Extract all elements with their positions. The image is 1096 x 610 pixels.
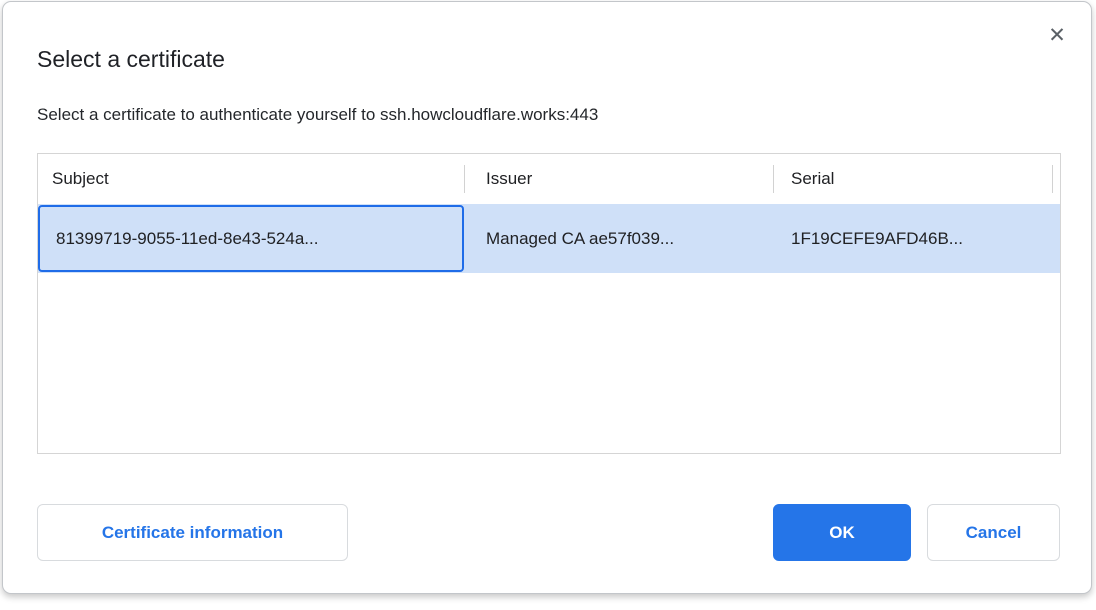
certificate-information-button[interactable]: Certificate information bbox=[37, 504, 348, 561]
cell-gutter bbox=[1052, 204, 1060, 273]
certificate-table[interactable]: Subject Issuer Serial 81399719-9055-11ed… bbox=[37, 153, 1061, 454]
cell-subject[interactable]: 81399719-9055-11ed-8e43-524a... bbox=[38, 205, 464, 272]
column-header-serial: Serial bbox=[773, 154, 1052, 204]
cell-serial[interactable]: 1F19CEFE9AFD46B... bbox=[773, 204, 1052, 273]
dialog-subtitle: Select a certificate to authenticate you… bbox=[37, 105, 598, 125]
page-title: Select a certificate bbox=[37, 46, 225, 73]
column-header-issuer: Issuer bbox=[464, 154, 773, 204]
scrollbar-gutter bbox=[1052, 154, 1060, 204]
column-header-subject: Subject bbox=[38, 154, 464, 204]
table-row[interactable]: 81399719-9055-11ed-8e43-524a... Managed … bbox=[38, 204, 1060, 273]
certificate-select-dialog: ✕ Select a certificate Select a certific… bbox=[2, 1, 1092, 594]
close-icon[interactable]: ✕ bbox=[1043, 21, 1071, 49]
table-header: Subject Issuer Serial bbox=[38, 154, 1060, 204]
cell-issuer[interactable]: Managed CA ae57f039... bbox=[464, 204, 773, 273]
cancel-button[interactable]: Cancel bbox=[927, 504, 1060, 561]
ok-button[interactable]: OK bbox=[773, 504, 911, 561]
